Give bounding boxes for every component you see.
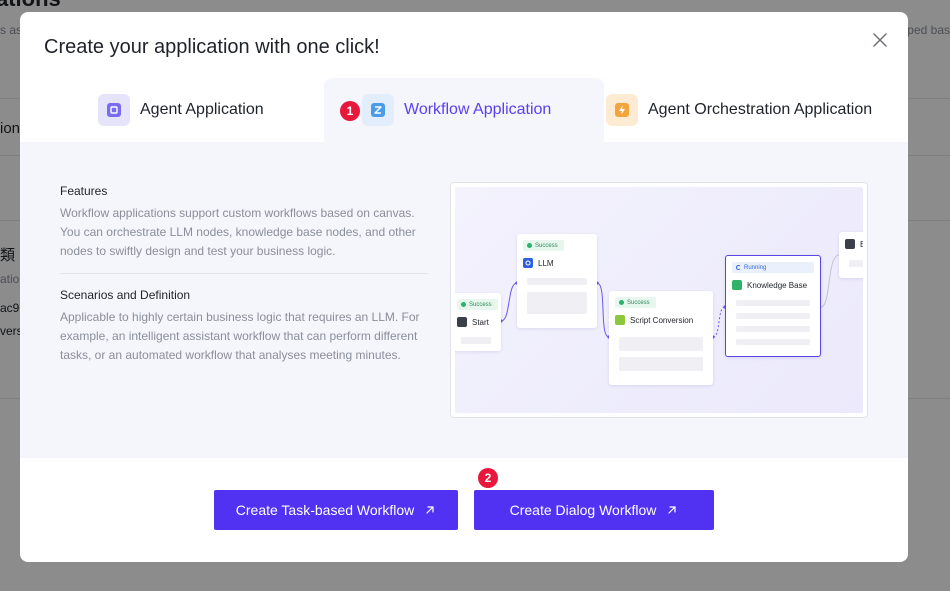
orchestration-icon [606, 94, 638, 126]
success-dot-icon [527, 243, 532, 248]
section-divider [60, 273, 428, 274]
node-header: Knowledge Base [732, 280, 807, 290]
workflow-canvas: Success Start Success LLM Success Script… [455, 187, 863, 413]
success-dot-icon [619, 300, 624, 305]
status-badge: Success [615, 297, 656, 308]
application-type-tabs: Agent Application Workflow Application A… [20, 78, 908, 142]
step-marker: 1 [340, 101, 360, 121]
step-marker: 2 [478, 468, 498, 488]
end-icon [845, 239, 855, 249]
node-placeholder [849, 260, 863, 267]
node-label: Knowledge Base [747, 280, 808, 290]
knowledge-base-icon [732, 280, 742, 290]
workflow-node-knowledge-base: Running Knowledge Base [725, 255, 821, 357]
llm-icon [523, 258, 533, 268]
node-placeholder [461, 337, 491, 344]
tab-workflow-application[interactable]: Workflow Application [324, 78, 604, 142]
start-icon [457, 317, 467, 327]
tab-content-panel: Features Workflow applications support c… [20, 142, 908, 458]
node-header: En [845, 239, 863, 249]
close-icon [873, 33, 887, 47]
agent-icon [98, 94, 130, 126]
status-text: Success [535, 242, 558, 249]
status-text: Success [627, 299, 650, 306]
node-placeholder [527, 292, 587, 314]
tab-label: Workflow Application [404, 101, 552, 118]
node-label: Script Conversion [630, 315, 694, 325]
status-badge: Success [457, 299, 498, 310]
workflow-node-script-conversion: Success Script Conversion [609, 291, 713, 385]
node-placeholder [527, 278, 587, 285]
node-placeholder [736, 339, 810, 345]
tab-agent-orchestration-application[interactable]: Agent Orchestration Application [606, 78, 872, 142]
create-dialog-workflow-button[interactable]: Create Dialog Workflow [474, 490, 714, 530]
workflow-icon [362, 94, 394, 126]
node-placeholder [619, 357, 703, 371]
loading-icon [736, 265, 741, 270]
node-placeholder [736, 326, 810, 332]
button-label: Create Task-based Workflow [235, 502, 415, 518]
status-text: Running [744, 264, 767, 271]
status-text: Success [469, 301, 492, 308]
node-header: LLM [523, 258, 554, 268]
node-placeholder [619, 337, 703, 351]
node-label: LLM [538, 258, 554, 268]
status-badge: Running [732, 262, 814, 273]
node-header: Script Conversion [615, 315, 693, 325]
scenarios-body: Applicable to highly certain business lo… [60, 310, 420, 362]
success-dot-icon [461, 302, 466, 307]
modal-title: Create your application with one click! [44, 36, 380, 58]
node-placeholder [736, 300, 810, 306]
arrow-up-right-icon [668, 506, 676, 514]
description-section: Features Workflow applications support c… [60, 184, 428, 365]
node-header: Start [457, 317, 489, 327]
workflow-illustration: Success Start Success LLM Success Script… [450, 182, 868, 418]
tab-agent-application[interactable]: Agent Application [98, 78, 264, 142]
status-badge: Success [523, 240, 564, 251]
features-title: Features [60, 184, 108, 198]
workflow-node-start: Success Start [455, 293, 501, 351]
tab-label: Agent Application [140, 101, 264, 118]
workflow-node-llm: Success LLM [517, 234, 597, 328]
button-label: Create Dialog Workflow [509, 502, 657, 518]
arrow-up-right-icon [426, 506, 434, 514]
workflow-node-end: En [839, 232, 863, 278]
node-label: Start [472, 317, 489, 327]
node-placeholder [736, 313, 810, 319]
create-task-based-workflow-button[interactable]: Create Task-based Workflow [214, 490, 458, 530]
node-label: En [860, 240, 863, 249]
tab-label: Agent Orchestration Application [648, 101, 873, 118]
create-application-modal: Create your application with one click! … [20, 12, 908, 562]
scenarios-title: Scenarios and Definition [60, 288, 191, 302]
features-body: Workflow applications support custom wor… [60, 206, 416, 258]
close-button[interactable] [870, 30, 890, 50]
script-icon [615, 315, 625, 325]
